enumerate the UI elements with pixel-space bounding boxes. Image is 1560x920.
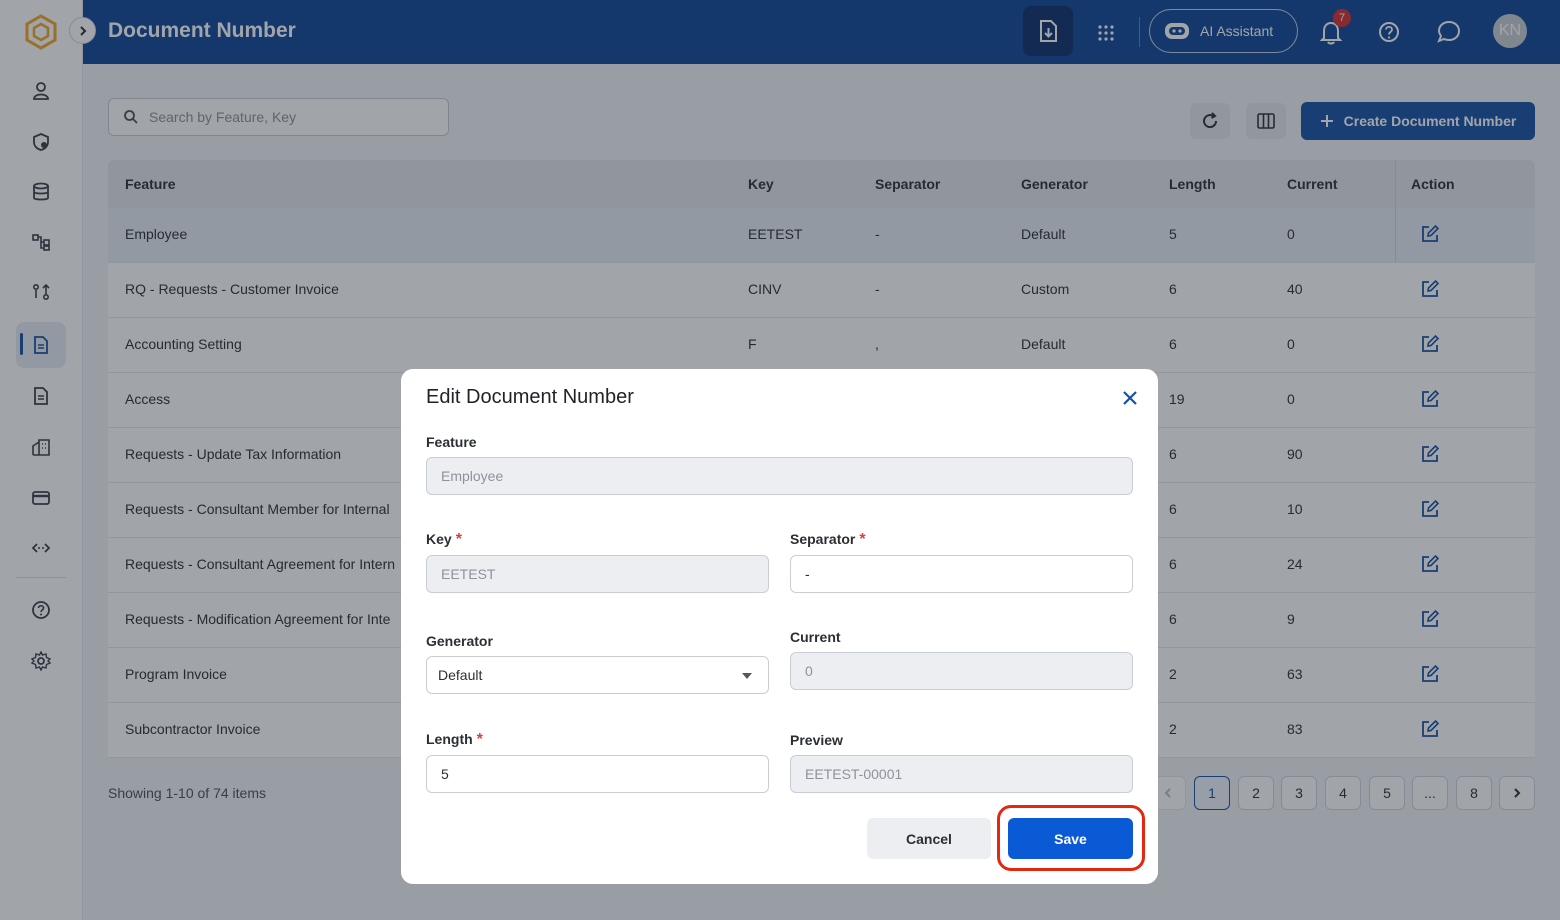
feature-label: Feature bbox=[426, 434, 477, 450]
separator-label: Separator * bbox=[790, 531, 866, 548]
dialog-title: Edit Document Number bbox=[426, 386, 634, 408]
cancel-button[interactable]: Cancel bbox=[867, 818, 991, 859]
current-field: 0 bbox=[790, 652, 1133, 690]
close-icon bbox=[1123, 391, 1137, 405]
length-label: Length * bbox=[426, 731, 483, 748]
close-dialog-button[interactable] bbox=[1119, 387, 1141, 409]
save-button[interactable]: Save bbox=[1008, 818, 1133, 859]
preview-field: EETEST-00001 bbox=[790, 755, 1133, 793]
required-marker: * bbox=[455, 531, 462, 548]
length-input[interactable]: 5 bbox=[426, 755, 769, 793]
required-marker: * bbox=[476, 731, 483, 748]
preview-label: Preview bbox=[790, 732, 843, 748]
key-field: EETEST bbox=[426, 555, 769, 593]
key-label: Key * bbox=[426, 531, 462, 548]
current-label: Current bbox=[790, 629, 841, 645]
generator-select[interactable]: Default bbox=[426, 656, 769, 694]
required-marker: * bbox=[859, 531, 866, 548]
generator-label: Generator bbox=[426, 633, 493, 649]
feature-field: Employee bbox=[426, 457, 1133, 495]
separator-input[interactable]: - bbox=[790, 555, 1133, 593]
edit-document-number-dialog: Edit Document Number Feature Employee Ke… bbox=[401, 369, 1158, 884]
generator-selected-value: Default bbox=[438, 667, 483, 683]
dropdown-caret-icon bbox=[742, 673, 752, 679]
